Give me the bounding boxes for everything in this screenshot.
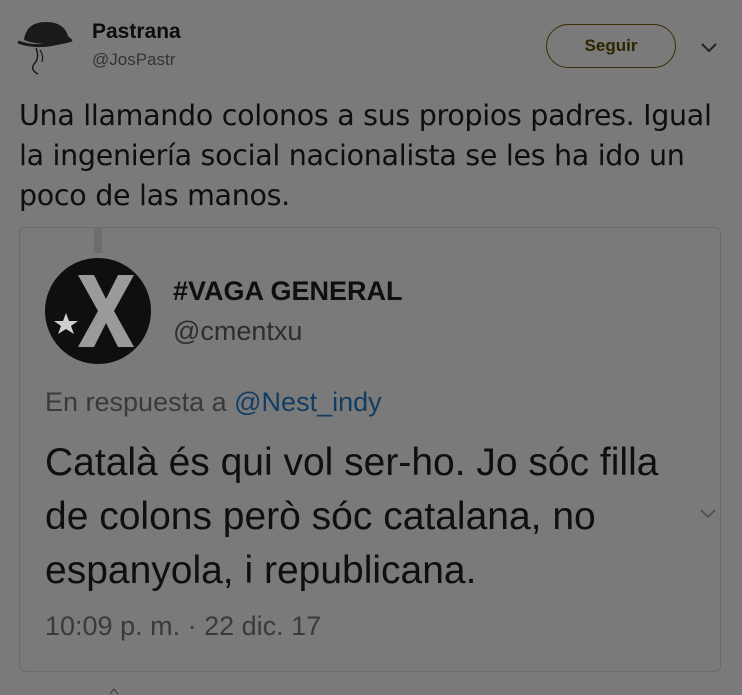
reply-context: En respuesta a @Nest_indy (45, 387, 382, 418)
thread-connector-line (94, 228, 102, 253)
hat-sketch-avatar-icon (17, 22, 73, 75)
quoted-tweet-text: Català és qui vol ser-ho. Jo sóc filla d… (45, 441, 659, 592)
tweet-text: Una llamando colonos a sus propios padre… (19, 99, 712, 212)
reply-mention-link[interactable]: @Nest_indy (234, 387, 381, 417)
tweet-card: Pastrana @JosPastr Seguir Una llamando c… (0, 0, 742, 695)
author-display-name[interactable]: Pastrana (92, 20, 181, 44)
reply-prefix: En respuesta a (45, 387, 227, 417)
quoted-display-name[interactable]: #VAGA GENERAL (173, 276, 403, 307)
quoted-timestamp[interactable]: 10:09 p. m. · 22 dic. 17 (45, 611, 321, 642)
follow-button[interactable]: Seguir (546, 24, 676, 68)
quoted-tweet[interactable]: #VAGA GENERAL @cmentxu En respuesta a @N… (19, 227, 721, 672)
author-handle[interactable]: @JosPastr (92, 50, 175, 70)
quoted-author-avatar[interactable] (44, 257, 152, 365)
quoted-handle[interactable]: @cmentxu (173, 316, 302, 347)
action-bar-edge (109, 688, 119, 695)
chevron-down-icon[interactable] (699, 41, 719, 55)
author-avatar[interactable] (14, 14, 76, 76)
star-cross-avatar-icon (45, 258, 151, 364)
